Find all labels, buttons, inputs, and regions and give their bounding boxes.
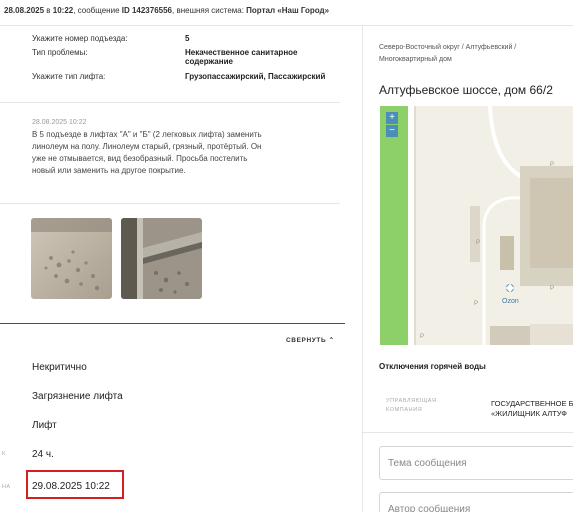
manager-divider <box>363 432 573 433</box>
parking-marker-1: P <box>476 240 481 246</box>
deadline-date-label: НА <box>2 484 11 490</box>
parking-marker-3: P <box>474 301 479 307</box>
photo-thumbnail-1[interactable] <box>31 218 112 299</box>
message-header: 28.08.2025 в 10:22, сообщение ID 1423765… <box>0 0 573 22</box>
map[interactable]: + − Ozon P P P P P <box>380 106 573 345</box>
manager-value: ГОСУДАРСТВЕННОЕ Б «ЖИЛИЩНИК АЛТУФ <box>491 399 573 419</box>
external-system: Портал «Наш Город» <box>246 6 330 15</box>
message-id: ID 142376556 <box>121 6 172 15</box>
left-panel: Укажите номер подъезда: 5 Тип проблемы: … <box>0 26 362 512</box>
problem-type-label: Тип проблемы: <box>32 48 88 57</box>
breadcrumb[interactable]: Северо-Восточный округ / Алтуфьевский / … <box>379 42 569 66</box>
section-rule <box>0 323 345 324</box>
criticality-value: Некритично <box>32 362 87 373</box>
lift-type-value: Грузопассажирский, Пассажирский <box>185 72 326 81</box>
manager-label-line-2: КОМПАНИЯ <box>386 407 423 413</box>
comment-block: 28.08.2025 10:22 В 5 подъезде в лифтах "… <box>32 117 272 177</box>
entrance-value: 5 <box>185 34 190 43</box>
entrance-label: Укажите номер подъезда: <box>32 34 128 43</box>
subject-input[interactable]: Тема сообщения <box>379 446 573 480</box>
parking-marker-2: P <box>550 162 555 168</box>
right-panel: Северо-Восточный округ / Алтуфьевский / … <box>363 26 573 512</box>
comment-date: 28.08.2025 10:22 <box>32 119 87 126</box>
category-value: Загрязнение лифта <box>32 391 123 402</box>
collapse-label: СВЕРНУТЬ <box>286 337 327 344</box>
manager-value-line-1: ГОСУДАРСТВЕННОЕ Б <box>491 399 573 408</box>
header-sep-3: , внешняя система: <box>172 6 247 15</box>
elevator-door-photo-icon <box>121 218 202 299</box>
message-time: 10:22 <box>52 6 74 15</box>
map-poi-label: Ozon <box>502 298 519 305</box>
author-input[interactable]: Автор сообщения <box>379 492 573 512</box>
details-divider <box>0 102 340 103</box>
lift-type-label: Укажите тип лифта: <box>32 72 106 81</box>
deadline-value: 24 ч. <box>32 449 54 460</box>
problem-type-value: Некачественное санитарное содержание <box>185 48 298 66</box>
zoom-in-button[interactable]: + <box>386 112 398 124</box>
address-title: Алтуфьевское шоссе, дом 66/2 <box>379 83 553 97</box>
elevator-floor-photo-icon <box>31 218 112 299</box>
message-date: 28.08.2025 <box>4 6 45 15</box>
manager-label: УПРАВЛЯЮЩАЯ КОМПАНИЯ <box>386 397 437 415</box>
chevron-up-icon: ⌃ <box>328 337 335 344</box>
header-sep-2: , сообщение <box>73 6 122 15</box>
photo-thumbnail-2[interactable] <box>121 218 202 299</box>
comment-divider <box>0 203 340 204</box>
hot-water-notice: Отключения горячей воды <box>379 362 486 371</box>
zoom-out-button[interactable]: − <box>386 125 398 137</box>
header-sep-1: в <box>44 6 53 15</box>
object-value: Лифт <box>32 420 57 431</box>
deadline-label: К <box>2 451 6 457</box>
comment-text: В 5 подъезде в лифтах "А" и "Б" (2 легко… <box>32 130 262 175</box>
highlight-box <box>26 470 124 499</box>
parking-marker-4: P <box>550 286 555 292</box>
manager-label-line-1: УПРАВЛЯЮЩАЯ <box>386 398 437 404</box>
map-canvas <box>380 106 573 345</box>
manager-value-line-2: «ЖИЛИЩНИК АЛТУФ <box>491 409 567 418</box>
collapse-button[interactable]: СВЕРНУТЬ ⌃ <box>286 336 335 344</box>
parking-marker-5: P <box>420 334 425 340</box>
